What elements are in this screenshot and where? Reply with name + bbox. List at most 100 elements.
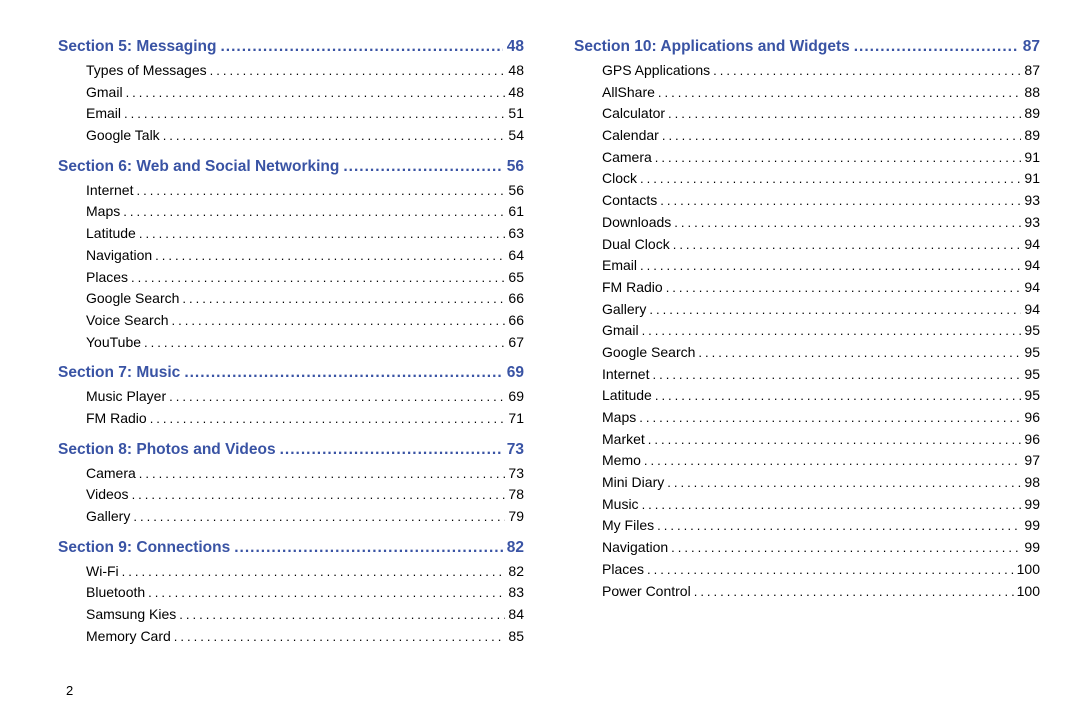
- toc-entry-page: 54: [508, 125, 524, 147]
- toc-entry-title: Latitude: [86, 223, 136, 245]
- toc-entry[interactable]: Email ..................................…: [58, 103, 524, 125]
- toc-entry[interactable]: Camera .................................…: [58, 463, 524, 485]
- toc-entry-page: 87: [1024, 60, 1040, 82]
- toc-entry[interactable]: Gallery ................................…: [574, 299, 1040, 321]
- toc-entry-title: Voice Search: [86, 310, 169, 332]
- toc-entry-title: Places: [86, 267, 128, 289]
- toc-entry[interactable]: Music ..................................…: [574, 494, 1040, 516]
- toc-entry-page: 78: [508, 484, 524, 506]
- leader-dots: ........................................…: [662, 126, 1022, 146]
- leader-dots: ........................................…: [172, 311, 506, 331]
- toc-entry[interactable]: Google Talk ............................…: [58, 125, 524, 147]
- leader-dots: ........................................…: [131, 268, 505, 288]
- toc-entry[interactable]: Gmail ..................................…: [574, 320, 1040, 342]
- leader-dots: ........................................…: [657, 516, 1021, 536]
- toc-entry[interactable]: Mini Diary .............................…: [574, 472, 1040, 494]
- toc-entry-page: 48: [508, 60, 524, 82]
- leader-dots: ........................................…: [698, 343, 1021, 363]
- toc-entry-page: 48: [508, 82, 524, 104]
- toc-entry[interactable]: Camera .................................…: [574, 147, 1040, 169]
- toc-entry[interactable]: Memo ...................................…: [574, 450, 1040, 472]
- toc-entry[interactable]: Google Search ..........................…: [58, 288, 524, 310]
- leader-dots: ........................................…: [150, 409, 506, 429]
- toc-entry[interactable]: Voice Search ...........................…: [58, 310, 524, 332]
- leader-dots: ........................................…: [139, 464, 506, 484]
- toc-section-title: Section 9: Connections: [58, 539, 230, 557]
- toc-entry[interactable]: Power Control ..........................…: [574, 581, 1040, 603]
- toc-entry-page: 93: [1024, 190, 1040, 212]
- toc-entry-title: YouTube: [86, 332, 141, 354]
- toc-entry[interactable]: Market .................................…: [574, 429, 1040, 451]
- toc-entry[interactable]: Memory Card ............................…: [58, 626, 524, 648]
- toc-entry[interactable]: Latitude ...............................…: [574, 385, 1040, 407]
- toc-entry[interactable]: My Files ...............................…: [574, 515, 1040, 537]
- toc-entry[interactable]: Bluetooth ..............................…: [58, 582, 524, 604]
- toc-entry-title: Clock: [602, 168, 637, 190]
- toc-entry[interactable]: Maps ...................................…: [574, 407, 1040, 429]
- leader-dots: ........................................…: [122, 562, 506, 582]
- toc-entry-title: Gallery: [86, 506, 130, 528]
- toc-entry-title: Gmail: [86, 82, 123, 104]
- toc-section-heading[interactable]: Section 6: Web and Social Networking ...…: [58, 158, 524, 176]
- toc-entry[interactable]: Dual Clock .............................…: [574, 234, 1040, 256]
- toc-entry-page: 73: [508, 463, 524, 485]
- toc-entry-page: 94: [1024, 255, 1040, 277]
- toc-entry[interactable]: GPS Applications .......................…: [574, 60, 1040, 82]
- toc-entry[interactable]: Videos .................................…: [58, 484, 524, 506]
- toc-entry[interactable]: Samsung Kies ...........................…: [58, 604, 524, 626]
- leader-dots: ........................................…: [640, 169, 1021, 189]
- toc-entry[interactable]: Google Search ..........................…: [574, 342, 1040, 364]
- toc-entry[interactable]: Navigation .............................…: [574, 537, 1040, 559]
- toc-entry[interactable]: YouTube ................................…: [58, 332, 524, 354]
- toc-entry[interactable]: Music Player ...........................…: [58, 386, 524, 408]
- toc-entry[interactable]: Latitude ...............................…: [58, 223, 524, 245]
- toc-entry[interactable]: Gallery ................................…: [58, 506, 524, 528]
- toc-entry[interactable]: FM Radio ...............................…: [574, 277, 1040, 299]
- toc-entry[interactable]: AllShare ...............................…: [574, 82, 1040, 104]
- toc-section-heading[interactable]: Section 10: Applications and Widgets ...…: [574, 38, 1040, 56]
- toc-entry[interactable]: Internet ...............................…: [574, 364, 1040, 386]
- leader-dots: ........................................…: [694, 582, 1014, 602]
- toc-entry-title: Memo: [602, 450, 641, 472]
- toc-section-page: 73: [507, 441, 524, 459]
- toc-entry[interactable]: Maps ...................................…: [58, 201, 524, 223]
- toc-entry-page: 99: [1024, 494, 1040, 516]
- toc-entry-title: Gallery: [602, 299, 646, 321]
- toc-entry[interactable]: Wi-Fi ..................................…: [58, 561, 524, 583]
- leader-dots: ........................................…: [671, 538, 1021, 558]
- toc-section-heading[interactable]: Section 8: Photos and Videos ...........…: [58, 441, 524, 459]
- leader-dots: ........................................…: [647, 560, 1014, 580]
- toc-entry[interactable]: Places .................................…: [574, 559, 1040, 581]
- toc-entry-page: 85: [508, 626, 524, 648]
- leader-dots: ........................................…: [280, 441, 503, 459]
- toc-section-title: Section 6: Web and Social Networking: [58, 158, 339, 176]
- toc-entry[interactable]: Calculator .............................…: [574, 103, 1040, 125]
- toc-container: Section 5: Messaging ...................…: [58, 38, 1040, 647]
- toc-entry[interactable]: FM Radio ...............................…: [58, 408, 524, 430]
- toc-entry-title: Maps: [602, 407, 636, 429]
- toc-entry-title: Music: [602, 494, 639, 516]
- toc-entry[interactable]: Types of Messages ......................…: [58, 60, 524, 82]
- toc-entry-page: 88: [1024, 82, 1040, 104]
- toc-entry[interactable]: Calendar ...............................…: [574, 125, 1040, 147]
- toc-entry-page: 94: [1024, 234, 1040, 256]
- toc-entry[interactable]: Places .................................…: [58, 267, 524, 289]
- toc-entry-page: 89: [1024, 125, 1040, 147]
- toc-section-title: Section 7: Music: [58, 364, 180, 382]
- toc-entry[interactable]: Navigation .............................…: [58, 245, 524, 267]
- leader-dots: ........................................…: [169, 387, 505, 407]
- leader-dots: ........................................…: [174, 627, 506, 647]
- toc-section-heading[interactable]: Section 5: Messaging ...................…: [58, 38, 524, 56]
- toc-entry-page: 61: [508, 201, 524, 223]
- leader-dots: ........................................…: [667, 473, 1021, 493]
- leader-dots: ........................................…: [124, 104, 505, 124]
- toc-entry[interactable]: Clock ..................................…: [574, 168, 1040, 190]
- leader-dots: ........................................…: [210, 61, 506, 81]
- toc-section-heading[interactable]: Section 7: Music .......................…: [58, 364, 524, 382]
- toc-entry[interactable]: Internet ...............................…: [58, 180, 524, 202]
- toc-entry[interactable]: Contacts ...............................…: [574, 190, 1040, 212]
- toc-section-heading[interactable]: Section 9: Connections .................…: [58, 539, 524, 557]
- toc-entry[interactable]: Gmail ..................................…: [58, 82, 524, 104]
- toc-entry[interactable]: Email ..................................…: [574, 255, 1040, 277]
- toc-entry[interactable]: Downloads ..............................…: [574, 212, 1040, 234]
